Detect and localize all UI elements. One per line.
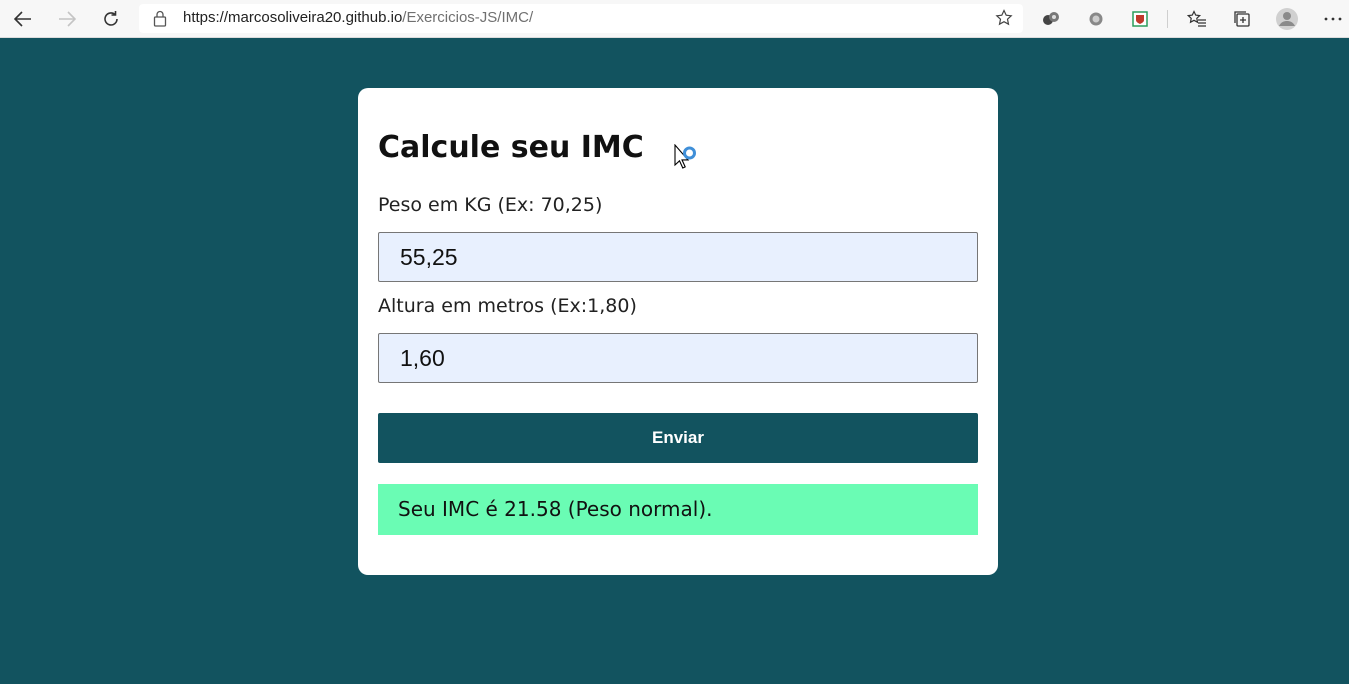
- lock-icon: [153, 10, 167, 27]
- extension-button-2[interactable]: [1081, 4, 1111, 34]
- url-path: /Exercicios-JS/IMC/: [402, 9, 534, 26]
- forward-icon: [59, 11, 76, 27]
- extension-shield-icon: [1132, 11, 1148, 27]
- result-message: Seu IMC é 21.58 (Peso normal).: [378, 484, 978, 535]
- back-icon: [14, 11, 31, 27]
- profile-avatar-icon: [1276, 8, 1298, 30]
- weight-label: Peso em KG (Ex: 70,25): [378, 194, 603, 216]
- extension-circle-icon: [1089, 12, 1103, 26]
- height-input[interactable]: 1,60: [378, 333, 978, 383]
- browser-toolbar: https://marcosoliveira20.github.io/Exerc…: [0, 0, 1349, 38]
- collections-icon: [1234, 11, 1250, 27]
- address-bar[interactable]: https://marcosoliveira20.github.io/Exerc…: [139, 4, 1023, 33]
- profile-button[interactable]: [1272, 4, 1302, 34]
- forward-button[interactable]: [52, 4, 82, 34]
- favorites-icon: [1187, 10, 1206, 27]
- toolbar-divider: [1167, 10, 1168, 28]
- weight-input[interactable]: 55,25: [378, 232, 978, 282]
- height-label: Altura em metros (Ex:1,80): [378, 295, 637, 317]
- collections-button[interactable]: [1227, 4, 1257, 34]
- refresh-icon: [104, 11, 118, 26]
- submit-button[interactable]: Enviar: [378, 413, 978, 463]
- extension-button-3[interactable]: [1125, 4, 1155, 34]
- more-button[interactable]: [1318, 4, 1348, 34]
- extension-button-1[interactable]: [1036, 4, 1066, 34]
- refresh-button[interactable]: [96, 4, 126, 34]
- url-host: https://marcosoliveira20.github.io: [183, 9, 403, 26]
- busy-cursor-icon: [674, 144, 696, 169]
- url-text: https://marcosoliveira20.github.io/Exerc…: [183, 9, 533, 26]
- back-button[interactable]: [8, 4, 38, 34]
- favorite-star-icon[interactable]: [995, 9, 1013, 27]
- favorites-button[interactable]: [1182, 4, 1212, 34]
- page-title: Calcule seu IMC: [378, 130, 644, 165]
- more-icon: [1324, 17, 1342, 21]
- extension-icon: [1043, 12, 1059, 25]
